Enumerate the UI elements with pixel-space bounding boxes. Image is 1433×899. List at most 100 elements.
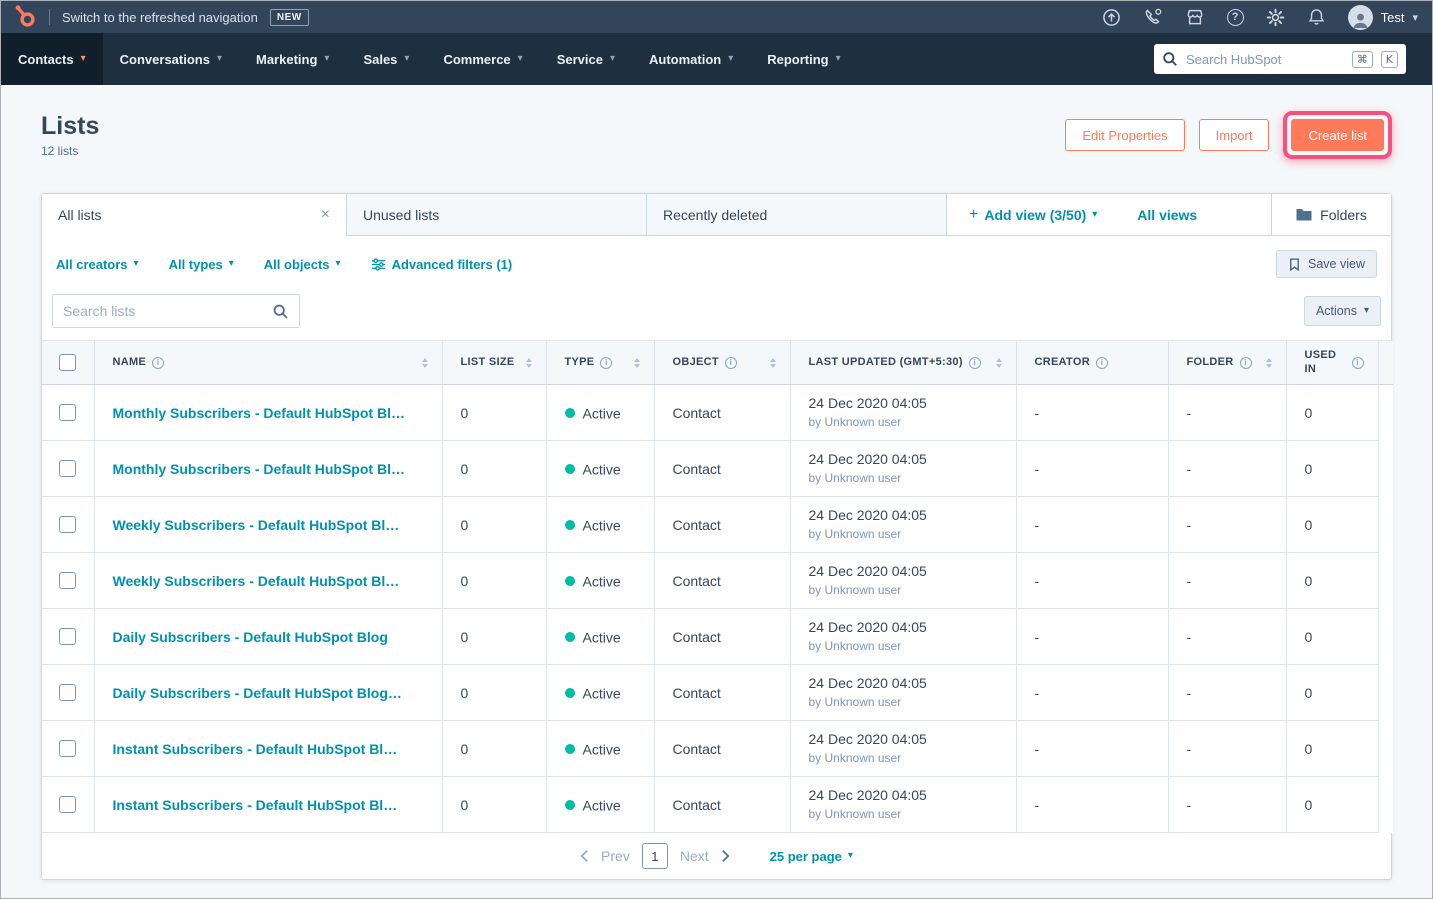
list-name-link[interactable]: Monthly Subscribers - Default HubSpot Bl… bbox=[113, 405, 405, 421]
nav-conversations[interactable]: Conversations bbox=[103, 33, 239, 85]
chevron-right-icon[interactable] bbox=[721, 849, 730, 863]
edit-properties-button[interactable]: Edit Properties bbox=[1065, 119, 1185, 151]
select-all-checkbox[interactable] bbox=[59, 354, 77, 371]
col-used-in: USED IN bbox=[1304, 348, 1337, 375]
settings-gear-icon[interactable] bbox=[1266, 8, 1285, 27]
sort-icon[interactable] bbox=[525, 357, 532, 368]
nav-reporting[interactable]: Reporting bbox=[750, 33, 857, 85]
add-view-button[interactable]: Add view (3/50) bbox=[969, 206, 1097, 224]
page-number[interactable]: 1 bbox=[641, 843, 668, 869]
list-size-value: 0 bbox=[442, 384, 547, 441]
help-icon[interactable] bbox=[1226, 8, 1244, 26]
chevron-down-icon bbox=[1092, 210, 1097, 220]
info-icon[interactable] bbox=[968, 356, 981, 369]
list-name-link[interactable]: Instant Subscribers - Default HubSpot Bl… bbox=[113, 741, 398, 757]
row-checkbox[interactable] bbox=[59, 796, 77, 814]
refreshed-nav-link[interactable]: Switch to the refreshed navigation bbox=[62, 10, 258, 25]
info-icon[interactable] bbox=[724, 356, 737, 369]
per-page-dropdown[interactable]: 25 per page bbox=[770, 849, 853, 864]
chevron-down-icon bbox=[81, 54, 86, 64]
global-search-input[interactable] bbox=[1186, 51, 1344, 67]
search-lists-input[interactable] bbox=[63, 303, 272, 319]
all-objects-dropdown[interactable]: All objects bbox=[264, 257, 341, 272]
nav-service[interactable]: Service bbox=[540, 33, 632, 85]
sort-icon[interactable] bbox=[421, 357, 428, 368]
upgrade-icon[interactable] bbox=[1102, 8, 1121, 27]
row-checkbox[interactable] bbox=[59, 628, 77, 646]
status-label: Active bbox=[582, 685, 621, 702]
calls-icon[interactable] bbox=[1143, 7, 1163, 27]
global-search[interactable]: ⌘ K bbox=[1154, 44, 1406, 74]
tab-recently-deleted[interactable]: Recently deleted bbox=[647, 194, 947, 236]
info-icon[interactable] bbox=[152, 356, 165, 369]
status-label: Active bbox=[582, 797, 621, 814]
chevron-down-icon bbox=[848, 851, 853, 861]
user-name: Test bbox=[1380, 9, 1405, 25]
nav-commerce[interactable]: Commerce bbox=[426, 33, 539, 85]
row-checkbox[interactable] bbox=[59, 516, 77, 534]
advanced-filters-button[interactable]: Advanced filters (1) bbox=[371, 257, 512, 272]
notifications-bell-icon[interactable] bbox=[1307, 7, 1326, 27]
list-size-value: 0 bbox=[442, 664, 547, 721]
nav-automation[interactable]: Automation bbox=[632, 33, 750, 85]
actions-dropdown[interactable]: Actions bbox=[1303, 296, 1381, 326]
chevron-down-icon bbox=[324, 54, 329, 64]
all-views-link[interactable]: All views bbox=[1137, 207, 1197, 223]
list-name-link[interactable]: Monthly Subscribers - Default HubSpot Bl… bbox=[113, 461, 405, 477]
sort-icon[interactable] bbox=[769, 357, 776, 368]
chevron-down-icon bbox=[836, 54, 841, 64]
info-icon[interactable] bbox=[1095, 356, 1108, 369]
marketplace-icon[interactable] bbox=[1185, 7, 1205, 27]
user-menu[interactable]: Test bbox=[1347, 4, 1418, 30]
divider bbox=[49, 9, 50, 25]
status-label: Active bbox=[582, 573, 621, 590]
save-view-label: Save view bbox=[1308, 257, 1365, 271]
tab-unused-lists[interactable]: Unused lists bbox=[347, 194, 647, 236]
updated-date: 24 Dec 2020 04:05 bbox=[808, 563, 927, 580]
updated-by: by Unknown user bbox=[808, 750, 902, 765]
save-view-button[interactable]: Save view bbox=[1276, 250, 1377, 278]
nav-marketing[interactable]: Marketing bbox=[239, 33, 346, 85]
import-button[interactable]: Import bbox=[1198, 119, 1270, 151]
list-name-link[interactable]: Weekly Subscribers - Default HubSpot Bl… bbox=[113, 517, 400, 533]
search-icon[interactable] bbox=[272, 303, 289, 320]
sort-icon[interactable] bbox=[1265, 357, 1272, 368]
all-types-dropdown[interactable]: All types bbox=[169, 257, 234, 272]
updated-by: by Unknown user bbox=[808, 414, 902, 429]
list-name-link[interactable]: Weekly Subscribers - Default HubSpot Bl… bbox=[113, 573, 400, 589]
search-icon bbox=[1162, 51, 1178, 67]
row-checkbox[interactable] bbox=[59, 572, 77, 590]
all-creators-dropdown[interactable]: All creators bbox=[56, 257, 139, 272]
active-status-dot bbox=[564, 744, 575, 755]
list-name-link[interactable]: Daily Subscribers - Default HubSpot Blog bbox=[113, 629, 388, 645]
info-icon[interactable] bbox=[600, 356, 613, 369]
folders-button[interactable]: Folders bbox=[1271, 194, 1391, 236]
nav-label: Contacts bbox=[18, 51, 74, 67]
table-row: Monthly Subscribers - Default HubSpot Bl… bbox=[42, 384, 1393, 441]
info-icon[interactable] bbox=[1351, 356, 1364, 369]
chevron-left-icon[interactable] bbox=[580, 849, 589, 863]
sort-icon[interactable] bbox=[995, 357, 1002, 368]
nav-sales[interactable]: Sales bbox=[346, 33, 426, 85]
create-list-button[interactable]: Create list bbox=[1291, 119, 1384, 151]
list-name-link[interactable]: Daily Subscribers - Default HubSpot Blog… bbox=[113, 685, 402, 701]
next-button[interactable]: Next bbox=[680, 848, 709, 864]
nav-label: Commerce bbox=[443, 51, 511, 67]
hubspot-logo-icon[interactable] bbox=[13, 4, 37, 30]
search-lists-box[interactable] bbox=[52, 294, 300, 328]
info-icon[interactable] bbox=[1239, 356, 1252, 369]
creator-value: - bbox=[1016, 776, 1169, 833]
nav-contacts[interactable]: Contacts bbox=[1, 33, 103, 85]
row-checkbox[interactable] bbox=[59, 404, 77, 422]
tab-all-lists[interactable]: All lists bbox=[42, 194, 347, 236]
close-icon[interactable] bbox=[321, 207, 330, 223]
row-checkbox[interactable] bbox=[59, 740, 77, 758]
prev-button[interactable]: Prev bbox=[601, 848, 630, 864]
used-in-value: 0 bbox=[1286, 608, 1379, 665]
folder-value: - bbox=[1168, 720, 1287, 777]
row-checkbox[interactable] bbox=[59, 684, 77, 702]
row-checkbox[interactable] bbox=[59, 460, 77, 478]
tab-label: All lists bbox=[58, 207, 102, 223]
sort-icon[interactable] bbox=[633, 357, 640, 368]
list-name-link[interactable]: Instant Subscribers - Default HubSpot Bl… bbox=[113, 797, 398, 813]
